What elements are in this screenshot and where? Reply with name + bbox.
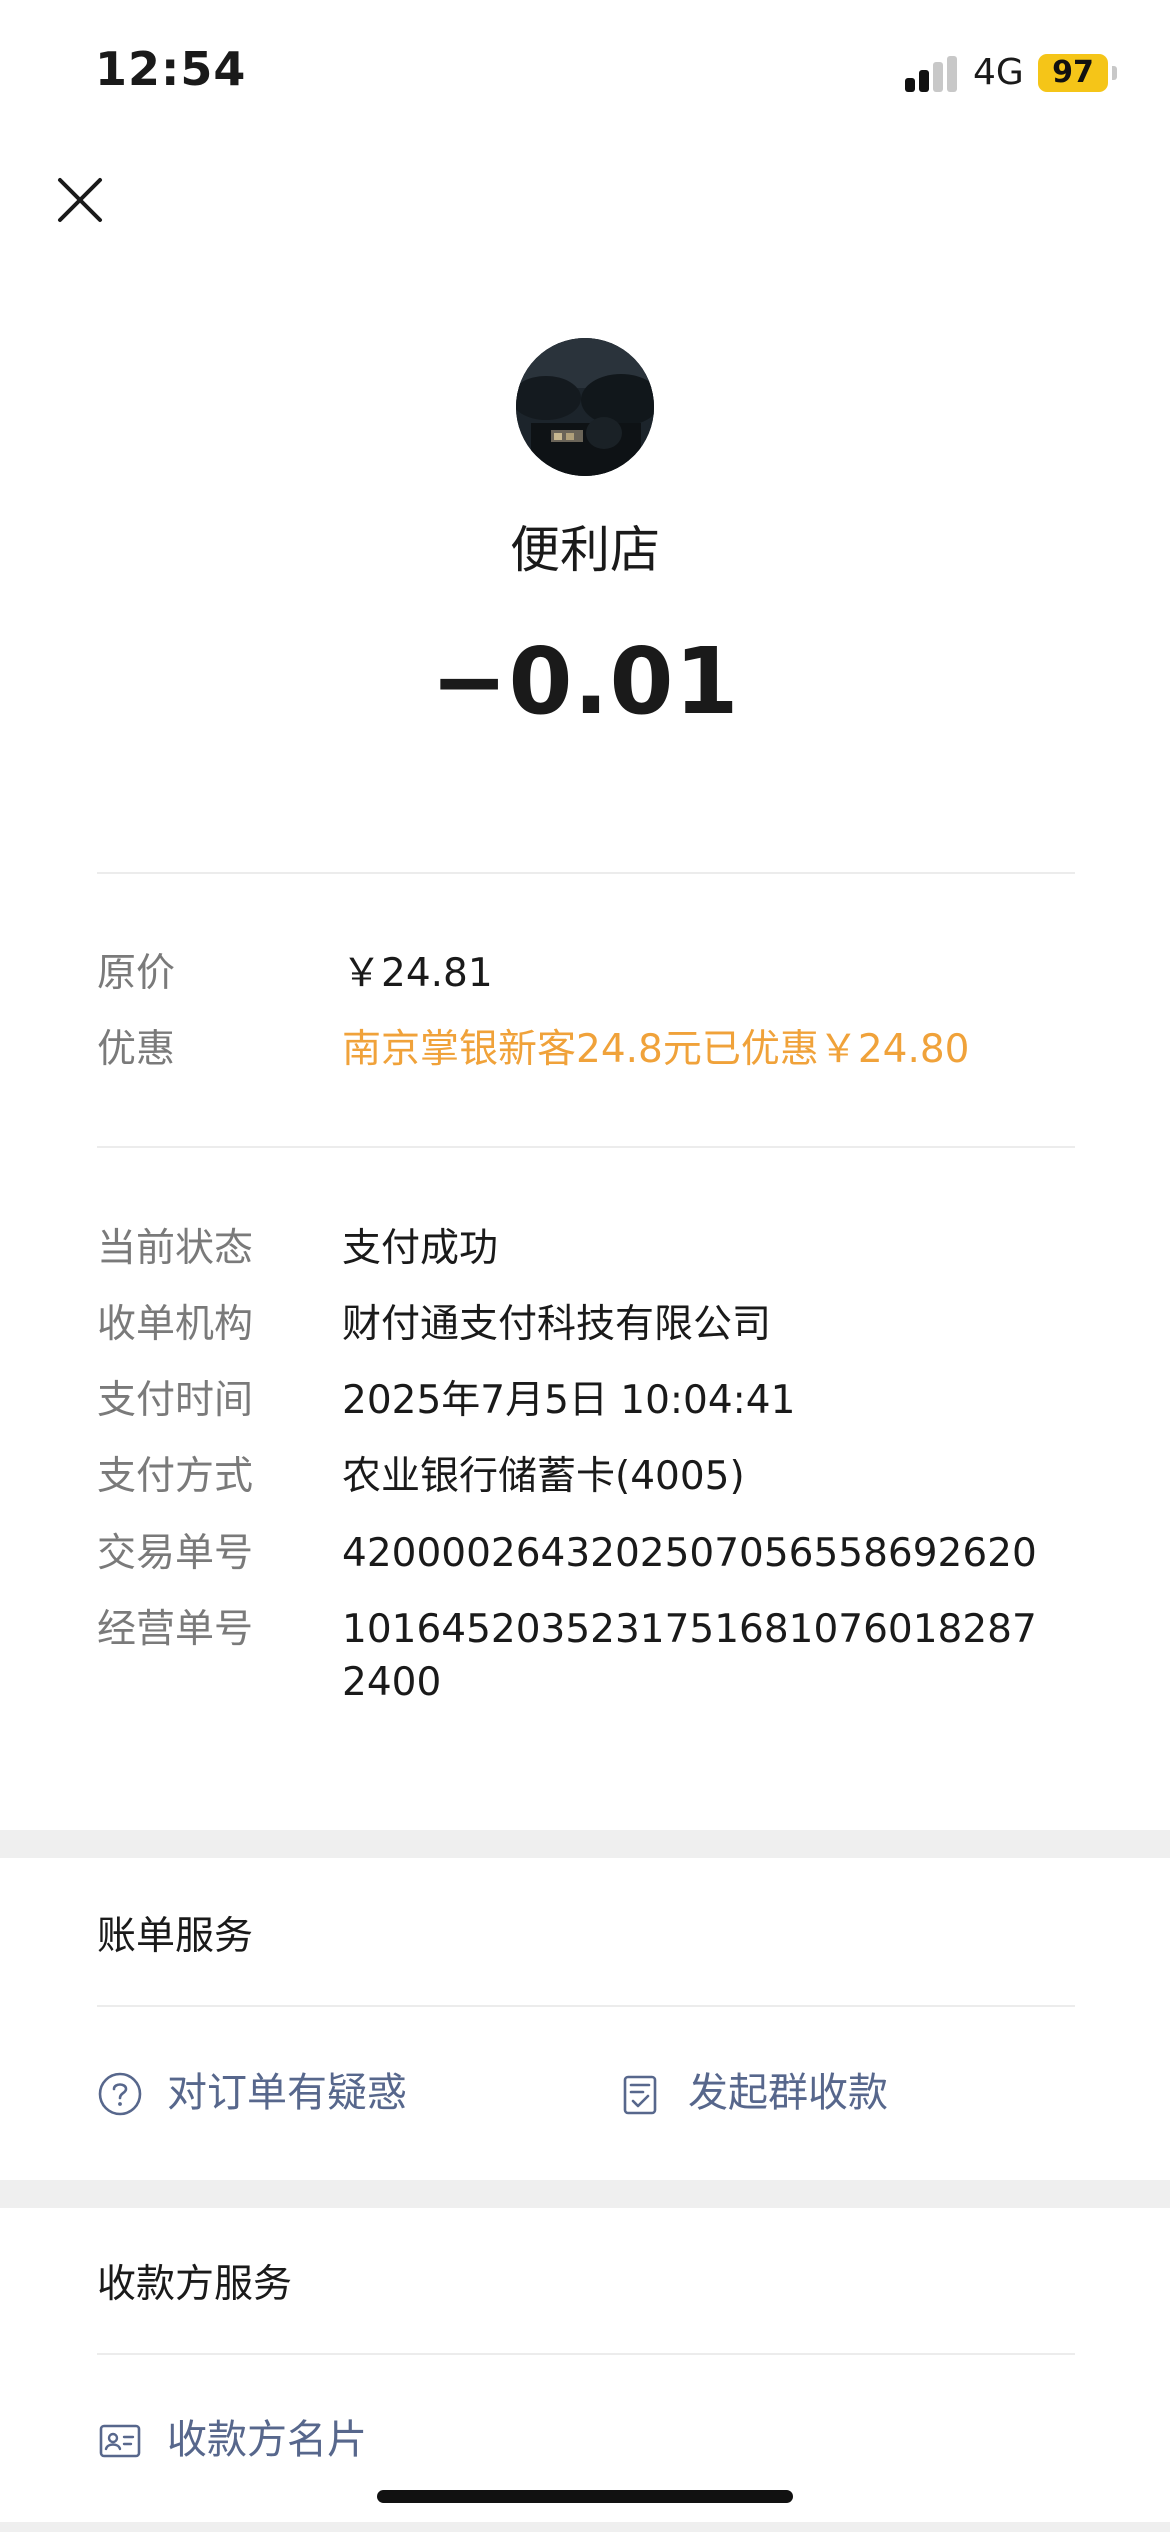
status-bar: 12:54 4G 97 [0,0,1170,150]
row-label: 支付时间 [97,1378,254,1423]
divider [97,872,1075,874]
avatar-image [516,338,654,476]
home-indicator[interactable] [377,2490,793,2503]
row-value: 农业银行储蓄卡(4005) [342,1454,745,1499]
row-label: 优惠 [97,1027,176,1072]
order-question-label: 对订单有疑惑 [167,2070,407,2116]
order-question-button[interactable]: 对订单有疑惑 [97,2063,517,2123]
cellular-signal-icon [905,56,957,92]
row-value[interactable]: 4200002643202507056558692620 [342,1527,1162,1580]
section-separator [0,1830,1170,1858]
section-separator [0,2522,1170,2532]
row-label: 当前状态 [97,1226,254,1271]
row-value[interactable]: 10164520352317516810760182872400 [342,1603,1042,1709]
payee-card-label: 收款方名片 [167,2417,367,2463]
divider [97,2353,1075,2355]
clipboard-check-icon [623,2075,657,2115]
question-circle-icon [98,2072,142,2116]
row-value: 财付通支付科技有限公司 [342,1302,772,1347]
group-collection-button[interactable]: 发起群收款 [618,2063,958,2123]
section-separator [0,2180,1170,2208]
network-type: 4G [973,52,1024,93]
battery-level: 97 [1052,55,1094,90]
close-icon [58,178,102,222]
status-time: 12:54 [95,42,247,96]
transaction-amount: −0.01 [430,628,740,735]
row-value: ￥24.81 [342,951,493,996]
row-label: 交易单号 [97,1531,254,1576]
divider [97,1146,1075,1148]
contact-card-icon [99,2424,141,2458]
discount-value: 南京掌银新客24.8元已优惠￥24.80 [342,1027,970,1072]
payee-card-button[interactable]: 收款方名片 [97,2410,477,2470]
merchant-name: 便利店 [510,521,660,579]
row-label: 原价 [97,951,176,996]
row-value: 2025年7月5日 10:04:41 [342,1378,796,1423]
close-button[interactable] [52,172,108,228]
row-label: 支付方式 [97,1454,254,1499]
divider [97,2005,1075,2007]
row-value: 支付成功 [342,1226,499,1271]
merchant-avatar[interactable] [516,338,654,476]
row-label: 收单机构 [97,1302,254,1347]
payee-service-title: 收款方服务 [97,2262,293,2307]
bill-service-title: 账单服务 [97,1914,254,1959]
group-collection-label: 发起群收款 [688,2070,888,2116]
battery-icon: 97 [1038,54,1108,92]
row-label: 经营单号 [97,1607,254,1652]
battery-tip [1112,66,1117,80]
